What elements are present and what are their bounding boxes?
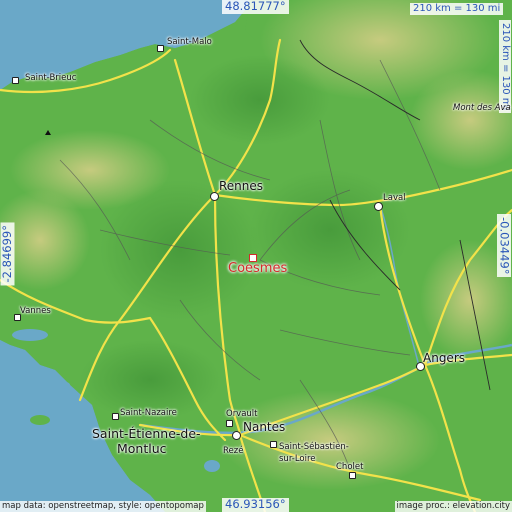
city-dot-saint-malo [157,45,164,52]
label-saint-etienne-line2: Montluc [117,441,167,456]
city-dot-nantes [232,431,241,440]
city-dot-saint-nazaire [112,413,119,420]
attribution-map-data: map data: openstreetmap, style: opentopo… [0,500,206,512]
coord-top-label: 48.81777° [222,0,289,14]
mountain-peak-icon [45,130,51,135]
city-dot-orvault [226,420,233,427]
map-view[interactable]: 48.81777° 46.93156° -2.84699° -0.03449° … [0,0,512,512]
label-saint-sebastien-line2: sur-Loire [279,454,316,464]
main-place-label: Coesmes [228,261,288,276]
label-saint-etienne-line1: Saint-Étienne-de- [92,426,201,441]
label-angers: Angers [423,351,465,365]
label-saint-malo: Saint-Malo [167,37,212,47]
coord-right-label: -0.03449° [497,214,512,278]
scale-vertical-label: 210 km = 130 mi [499,20,511,114]
city-dot-saint-brieuc [12,77,19,84]
coord-left-label: -2.84699° [0,222,15,286]
label-vannes: Vannes [20,306,51,316]
city-dot-laval [374,202,383,211]
label-saint-nazaire: Saint-Nazaire [120,408,177,418]
label-saint-sebastien-line1: Saint-Sébastien- [279,442,349,452]
city-dot-rennes [210,192,219,201]
coord-bottom-label: 46.93156° [222,498,289,512]
label-reze: Rezé [223,446,244,456]
label-saint-brieuc: Saint-Brieuc [25,73,77,83]
label-mont-des-avaloirs: Mont des Ava [453,103,511,113]
attribution-image-proc: image proc.: elevation.city [394,500,512,512]
city-dot-cholet [349,472,356,479]
label-rennes: Rennes [219,179,264,193]
city-dot-saint-sebastien [270,441,277,448]
label-orvault: Orvault [226,409,258,419]
label-laval: Laval [383,193,406,203]
label-cholet: Cholet [336,462,364,472]
scale-horizontal-label: 210 km = 130 mi [410,3,504,15]
label-nantes: Nantes [243,420,286,434]
